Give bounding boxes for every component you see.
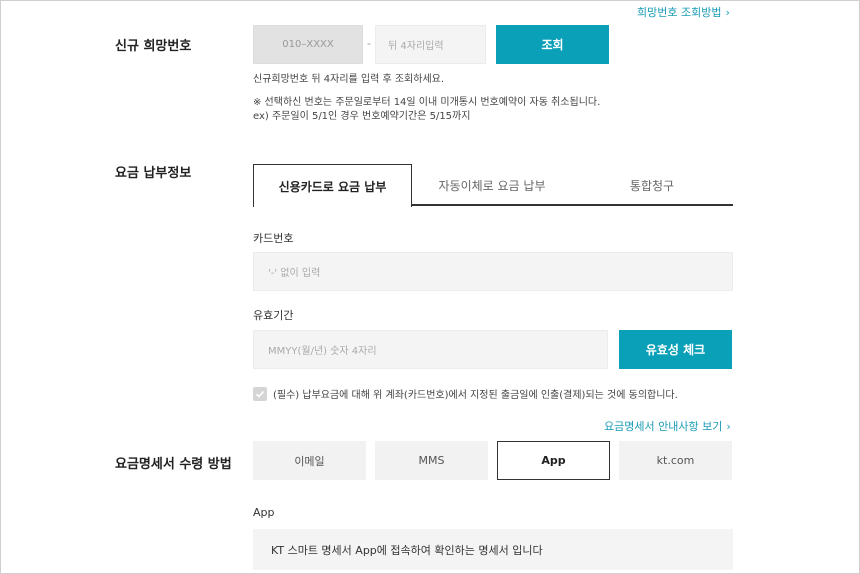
expiry-input[interactable]: MMYY(월/년) 숫자 4자리 bbox=[253, 330, 608, 369]
selected-method-label: App bbox=[253, 506, 275, 519]
expiry-label: 유효기간 bbox=[253, 309, 294, 322]
consent-checkbox[interactable] bbox=[253, 386, 267, 401]
number-search-button[interactable]: 조회 bbox=[496, 25, 609, 64]
number-prefix-field: 010–XXXX bbox=[253, 25, 363, 64]
number-lookup-link[interactable]: 희망번호 조회방법 › bbox=[637, 4, 730, 20]
check-icon bbox=[255, 390, 265, 398]
number-hint: 신규희망번호 뒤 4자리를 입력 후 조회하세요. bbox=[253, 74, 445, 85]
number-notice-line1: ※ 선택하신 번호는 주문일로부터 14일 이내 미개통시 번호예약이 자동 취… bbox=[253, 97, 601, 108]
expiry-placeholder: MMYY(월/년) 숫자 4자리 bbox=[268, 346, 377, 357]
option-app[interactable]: App bbox=[497, 441, 610, 480]
option-email[interactable]: 이메일 bbox=[253, 441, 366, 480]
tab-auto-transfer[interactable]: 자동이체로 요금 납부 bbox=[412, 164, 572, 206]
number-notice-line2: ex) 주문일이 5/1인 경우 번호예약기간은 5/15까지 bbox=[253, 111, 471, 122]
number-lookup-label: 희망번호 조회방법 bbox=[637, 6, 722, 19]
tab-integrated-billing[interactable]: 통합청구 bbox=[572, 164, 732, 206]
payment-info-label: 요금 납부정보 bbox=[115, 166, 192, 181]
validity-check-button[interactable]: 유효성 체크 bbox=[619, 330, 732, 369]
option-mms[interactable]: MMS bbox=[375, 441, 488, 480]
chevron-right-icon: › bbox=[726, 420, 731, 433]
consent-text: (필수) 납부요금에 대해 위 계좌(카드번호)에서 지정된 출금일에 인출(결… bbox=[273, 390, 678, 401]
tab-credit-card[interactable]: 신용카드로 요금 납부 bbox=[253, 164, 412, 207]
statement-info-label: 요금명세서 안내사항 보기 bbox=[604, 420, 723, 433]
statement-method-label: 요금명세서 수령 방법 bbox=[115, 457, 232, 472]
card-number-label: 카드번호 bbox=[253, 232, 294, 245]
statement-description: KT 스마트 명세서 App에 접속하여 확인하는 명세서 입니다 bbox=[253, 529, 733, 570]
chevron-right-icon: › bbox=[725, 6, 730, 19]
number-digits-placeholder: 뒤 4자리입력 bbox=[388, 41, 444, 52]
card-number-placeholder: '-' 없이 입력 bbox=[268, 268, 321, 279]
card-number-input[interactable]: '-' 없이 입력 bbox=[253, 252, 733, 291]
number-digits-input[interactable]: 뒤 4자리입력 bbox=[375, 25, 486, 64]
number-dash: - bbox=[367, 37, 371, 50]
new-number-label: 신규 희망번호 bbox=[115, 39, 192, 54]
option-ktcom[interactable]: kt.com bbox=[619, 441, 732, 480]
statement-info-link[interactable]: 요금명세서 안내사항 보기 › bbox=[604, 418, 731, 434]
consent-row: (필수) 납부요금에 대해 위 계좌(카드번호)에서 지정된 출금일에 인출(결… bbox=[253, 386, 678, 401]
